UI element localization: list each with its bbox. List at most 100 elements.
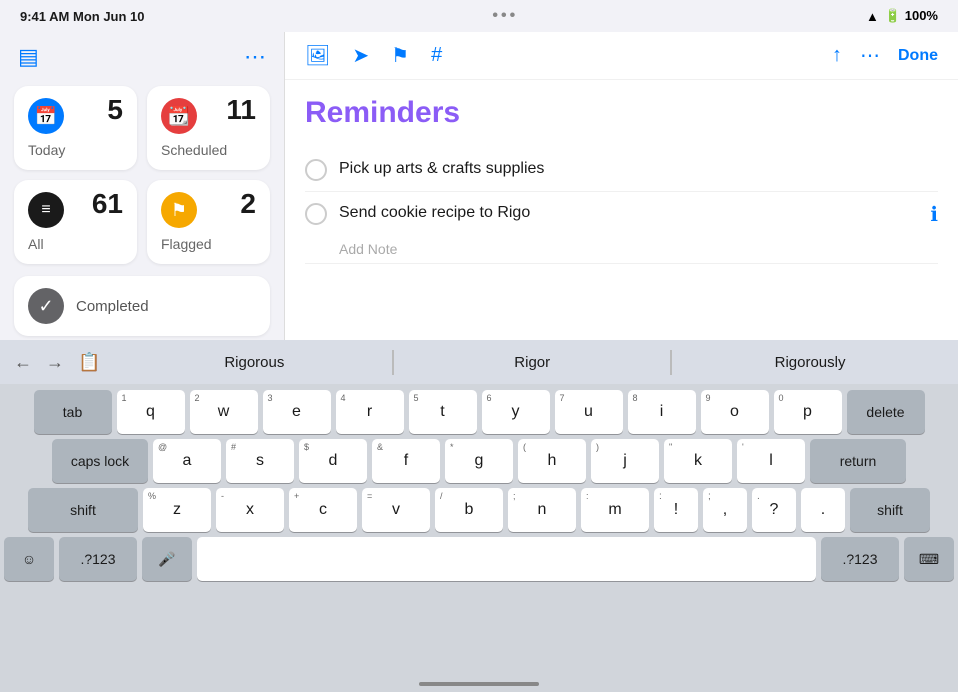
key-k[interactable]: " k <box>664 439 732 483</box>
tab-key[interactable]: tab <box>34 390 112 434</box>
more-icon[interactable]: ⋯ <box>860 43 880 68</box>
reminders-toolbar: 🖼 ➤ ⚑ # ↑ ⋯ Done <box>285 32 958 80</box>
reminder-image-icon[interactable]: 🖼 <box>305 43 330 68</box>
flagged-label: Flagged <box>161 236 256 252</box>
key-z[interactable]: % z <box>143 488 211 532</box>
toolbar-icons-right: ↑ ⋯ Done <box>832 43 938 68</box>
mic-key[interactable]: 🎤 <box>142 537 192 581</box>
key-t[interactable]: 5 t <box>409 390 477 434</box>
key-h[interactable]: ( h <box>518 439 586 483</box>
key-x[interactable]: - x <box>216 488 284 532</box>
delete-key[interactable]: delete <box>847 390 925 434</box>
space-key[interactable] <box>197 537 816 581</box>
toolbar-icons-left: 🖼 ➤ ⚑ # <box>305 43 442 68</box>
today-count: 5 <box>107 96 123 124</box>
reminder-location-icon[interactable]: ➤ <box>352 43 369 68</box>
reminders-main: 🖼 ➤ ⚑ # ↑ ⋯ Done Reminders Pick up arts … <box>285 32 958 372</box>
reminders-title: Reminders <box>305 96 938 130</box>
key-r[interactable]: 4 r <box>336 390 404 434</box>
smart-list-scheduled[interactable]: 📆 11 Scheduled <box>147 86 270 170</box>
key-n[interactable]: ; n <box>508 488 576 532</box>
key-m[interactable]: : m <box>581 488 649 532</box>
scheduled-icon: 📆 <box>161 98 197 134</box>
key-period[interactable]: . <box>801 488 845 532</box>
all-label: All <box>28 236 123 252</box>
key-e[interactable]: 3 e <box>263 390 331 434</box>
reminder-item-2[interactable]: Send cookie recipe to Rigo ℹ <box>305 192 938 237</box>
status-bar: 9:41 AM Mon Jun 10 ••• ▲ 🔋 100% <box>0 0 958 32</box>
key-y[interactable]: 6 y <box>482 390 550 434</box>
number-key-right[interactable]: .?123 <box>821 537 899 581</box>
done-button[interactable]: Done <box>898 47 938 65</box>
reminders-content: Reminders Pick up arts & crafts supplies… <box>285 80 958 372</box>
today-icon: 📅 <box>28 98 64 134</box>
key-l[interactable]: ' l <box>737 439 805 483</box>
key-c[interactable]: + c <box>289 488 357 532</box>
all-icon: ≡ <box>28 192 64 228</box>
key-b[interactable]: / b <box>435 488 503 532</box>
caps-lock-key[interactable]: caps lock <box>52 439 148 483</box>
shift-left-key[interactable]: shift <box>28 488 138 532</box>
reminder-item-1[interactable]: Pick up arts & crafts supplies <box>305 148 938 192</box>
flagged-icon: ⚑ <box>161 192 197 228</box>
reminder-tag-icon[interactable]: # <box>431 44 442 67</box>
sidebar-header: ▤ ⋯ <box>14 42 270 72</box>
all-count: 61 <box>92 190 123 218</box>
key-d[interactable]: $ d <box>299 439 367 483</box>
redo-button[interactable]: → <box>42 348 68 377</box>
info-icon[interactable]: ℹ <box>930 202 938 227</box>
key-a[interactable]: @ a <box>153 439 221 483</box>
reminder-item-2-editing: Send cookie recipe to Rigo ℹ Add Note <box>305 192 938 264</box>
key-v[interactable]: = v <box>362 488 430 532</box>
key-j[interactable]: ) j <box>591 439 659 483</box>
reminder-flag-icon[interactable]: ⚑ <box>391 43 409 68</box>
key-q[interactable]: 1 q <box>117 390 185 434</box>
key-w[interactable]: 2 w <box>190 390 258 434</box>
key-question[interactable]: . ? <box>752 488 796 532</box>
key-o[interactable]: 9 o <box>701 390 769 434</box>
suggestion-3[interactable]: Rigorously <box>671 350 948 375</box>
status-time: 9:41 AM Mon Jun 10 <box>20 9 145 24</box>
smart-list-all[interactable]: ≡ 61 All <box>14 180 137 264</box>
undo-button[interactable]: ← <box>10 348 36 377</box>
reminder-checkbox-2[interactable] <box>305 203 327 225</box>
key-s[interactable]: # s <box>226 439 294 483</box>
number-key-left[interactable]: .?123 <box>59 537 137 581</box>
key-exclaim[interactable]: : ! <box>654 488 698 532</box>
add-note-text[interactable]: Add Note <box>305 237 938 263</box>
keyboard-area: ← → 📋 Rigorous Rigor Rigorously tab 1 q … <box>0 340 958 692</box>
share-icon[interactable]: ↑ <box>832 44 842 67</box>
sidebar-more-icon[interactable]: ⋯ <box>244 44 266 70</box>
smart-list-flagged[interactable]: ⚑ 2 Flagged <box>147 180 270 264</box>
paste-button[interactable]: 📋 <box>74 348 104 377</box>
smart-lists-grid: 📅 5 Today 📆 11 Scheduled ≡ 61 All <box>14 86 270 264</box>
key-comma[interactable]: ; , <box>703 488 747 532</box>
status-right: ▲ 🔋 100% <box>866 8 938 24</box>
keyboard-hide-key[interactable]: ⌨ <box>904 537 954 581</box>
key-row-1: tab 1 q 2 w 3 e 4 r 5 t 6 <box>4 390 954 434</box>
key-i[interactable]: 8 i <box>628 390 696 434</box>
battery-icon: 🔋 100% <box>885 8 938 24</box>
sidebar-toggle-icon[interactable]: ▤ <box>18 44 39 70</box>
today-label: Today <box>28 142 123 158</box>
reminder-text-1: Pick up arts & crafts supplies <box>339 158 938 180</box>
key-row-2: caps lock @ a # s $ d & f * g <box>4 439 954 483</box>
suggestion-1[interactable]: Rigorous <box>116 350 393 375</box>
emoji-key[interactable]: ☺ <box>4 537 54 581</box>
shift-right-key[interactable]: shift <box>850 488 930 532</box>
return-key[interactable]: return <box>810 439 906 483</box>
autocorrect-bar: ← → 📋 Rigorous Rigor Rigorously <box>0 340 958 384</box>
reminder-checkbox-1[interactable] <box>305 159 327 181</box>
scheduled-label: Scheduled <box>161 142 256 158</box>
smart-list-completed[interactable]: ✓ Completed <box>14 276 270 336</box>
key-f[interactable]: & f <box>372 439 440 483</box>
key-g[interactable]: * g <box>445 439 513 483</box>
reminder-text-2[interactable]: Send cookie recipe to Rigo <box>339 202 918 224</box>
flagged-count: 2 <box>240 190 256 218</box>
completed-icon: ✓ <box>28 288 64 324</box>
key-row-3: shift % z - x + c = v / b ; <box>4 488 954 532</box>
key-u[interactable]: 7 u <box>555 390 623 434</box>
key-p[interactable]: 0 p <box>774 390 842 434</box>
smart-list-today[interactable]: 📅 5 Today <box>14 86 137 170</box>
suggestion-2[interactable]: Rigor <box>393 350 671 375</box>
